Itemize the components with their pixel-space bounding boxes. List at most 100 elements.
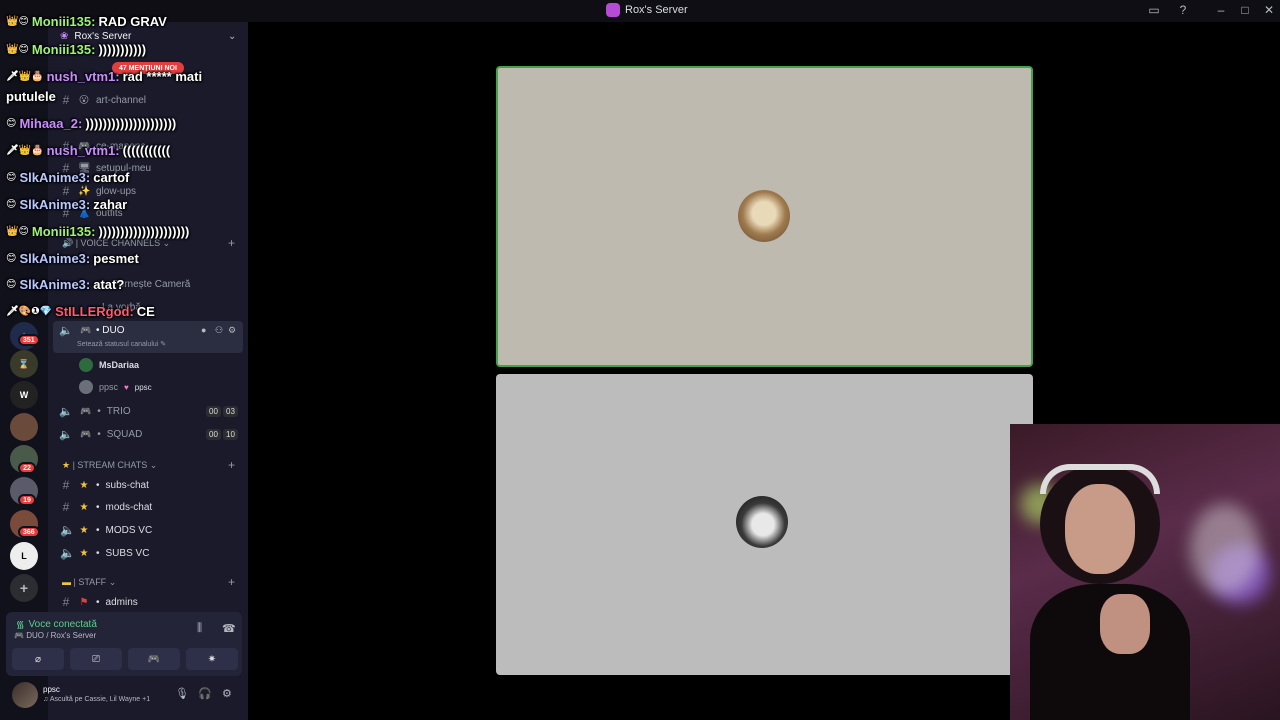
- chat-text: atat?: [93, 277, 125, 292]
- screen-share-icon: ⎚: [92, 653, 100, 665]
- server-icon[interactable]: ⌛: [10, 350, 38, 378]
- channel-mods-chat[interactable]: # ★ • mods-chat: [60, 500, 153, 514]
- avatar[interactable]: [12, 682, 38, 708]
- server-icon: [606, 3, 620, 17]
- user-tag: ppsc: [134, 382, 152, 392]
- channel-subs-vc[interactable]: 🔈 ★ • SUBS VC: [60, 546, 149, 560]
- server-name: Rox's Server: [74, 31, 132, 42]
- hash-icon: #: [62, 478, 70, 492]
- heart-icon: ♥: [124, 382, 129, 392]
- disconnect-icon[interactable]: ☎: [222, 622, 236, 635]
- channel-subs-chat[interactable]: # ★ • subs-chat: [60, 478, 149, 492]
- video-tile[interactable]: [496, 374, 1033, 675]
- badge-icon: 😊: [6, 118, 17, 129]
- streamer-webcam: [1010, 424, 1280, 720]
- channel-label: SQUAD: [106, 429, 143, 440]
- maximize-icon[interactable]: □: [1237, 3, 1253, 17]
- server-icon[interactable]: [10, 413, 38, 441]
- title-bar: Rox's Server ▭ ? – □ ✕: [0, 0, 1280, 22]
- microphone-icon[interactable]: 🎙: [175, 687, 189, 700]
- server-icon[interactable]: W: [10, 381, 38, 409]
- speaker-icon: 🔈: [60, 546, 75, 560]
- overlay-chat-message: 😊 Mihaaa_2:))))))))))))))))))))): [6, 116, 176, 131]
- category-label: | STAFF: [73, 577, 107, 587]
- channel-label: glow-ups: [96, 185, 137, 197]
- category-stream[interactable]: ★ | STREAM CHATS ⌄: [62, 460, 157, 471]
- inbox-icon[interactable]: ▭: [1146, 3, 1162, 17]
- status-hint-text: Setează statusul canalului: [77, 341, 159, 348]
- add-server-icon[interactable]: +: [10, 574, 38, 602]
- star-icon: ★: [62, 460, 71, 470]
- close-icon[interactable]: ✕: [1261, 3, 1277, 17]
- voice-status-text: Voce conectată: [28, 618, 97, 630]
- voice-user[interactable]: ppsc ♥ ppsc: [79, 380, 152, 394]
- activity-text: Ascultă pe Cassie, Lil Wayne +1: [49, 696, 151, 703]
- server-header[interactable]: ❀ Rox's Server: [60, 31, 131, 42]
- channel-glow-ups[interactable]: # ✨ glow-ups: [60, 184, 136, 198]
- chat-user: Moniii135:: [31, 14, 96, 29]
- server-emoji-icon: ❀: [60, 31, 69, 42]
- soundboard-button[interactable]: ✷: [186, 648, 238, 670]
- channel-mods-vc[interactable]: 🔈 ★ • MODS VC: [60, 523, 152, 537]
- sparkle-icon: ✷: [207, 653, 217, 665]
- chevron-down-icon[interactable]: ⌄: [228, 31, 236, 42]
- add-channel-icon[interactable]: +: [228, 236, 235, 250]
- category-staff[interactable]: ▬ | STAFF ⌄: [62, 577, 116, 588]
- category-voice[interactable]: 🔊 | VOICE CHANNELS ⌄: [62, 238, 170, 249]
- chat-text: RAD GRAV: [98, 14, 167, 29]
- video-tile-speaking[interactable]: [496, 66, 1033, 367]
- badge-icon: 🗡🎨❶💎: [6, 306, 53, 317]
- add-channel-icon[interactable]: +: [228, 458, 235, 472]
- duo-label: DUO: [102, 325, 125, 336]
- hash-icon: #: [62, 500, 70, 514]
- chat-text: ))))))))))))))))))))): [85, 116, 177, 131]
- add-channel-icon[interactable]: +: [228, 575, 235, 589]
- speaker-icon: 🔈: [59, 406, 73, 418]
- speaker-icon: 🔈: [59, 325, 73, 337]
- chat-icon[interactable]: ●: [201, 325, 206, 335]
- headphones-icon[interactable]: 🎧: [198, 687, 212, 700]
- invite-icon[interactable]: ⚇: [215, 325, 223, 336]
- overlay-chat-message: 🗡👑🎂 nush_vtm1:(((((((((((: [6, 143, 170, 158]
- voice-location[interactable]: 🎮 DUO / Rox's Server: [14, 631, 96, 640]
- avatar: [738, 190, 790, 242]
- channel-art[interactable]: # 😮 art-channel: [60, 93, 146, 107]
- settings-icon[interactable]: ⚙: [222, 687, 232, 700]
- user-count: 00: [206, 429, 221, 440]
- star-icon: ★: [79, 547, 89, 559]
- hash-icon: #: [62, 595, 70, 609]
- channel-admins[interactable]: # ⚑ • admins: [60, 595, 138, 609]
- voice-channel-trio[interactable]: 🎮 • TRIO: [80, 406, 131, 417]
- overlay-chat-message: 🗡👑🎂 nush_vtm1: rad ***** mati: [6, 69, 202, 84]
- gamepad-icon: 🎮: [80, 406, 92, 416]
- minimize-icon[interactable]: –: [1213, 3, 1229, 17]
- avatar: [79, 380, 93, 394]
- soundboard-icon[interactable]: ⫼: [197, 622, 202, 635]
- settings-icon[interactable]: ⚙: [228, 325, 236, 336]
- voice-channel-squad[interactable]: 🎮 • SQUAD: [80, 429, 142, 440]
- channel-label: art-channel: [96, 94, 147, 106]
- voice-user[interactable]: MsDariaa: [79, 358, 139, 372]
- help-icon[interactable]: ?: [1175, 3, 1191, 17]
- chat-user: Moniii135:: [31, 42, 96, 57]
- star-icon: ★: [79, 524, 89, 536]
- overlay-chat-message: 👑😊 Moniii135:))))))))))): [6, 42, 146, 57]
- user-name: MsDariaa: [99, 360, 140, 370]
- notification-badge: 351: [18, 334, 40, 346]
- badge-icon: 😊: [6, 253, 17, 264]
- badge-icon: 😊: [6, 279, 17, 290]
- voice-status[interactable]: ᯾ Voce conectată: [16, 617, 97, 632]
- badge-icon: 👑😊: [6, 44, 29, 55]
- user-activity: ♫ Ascultă pe Cassie, Lil Wayne +1: [43, 696, 151, 703]
- channel-status-hint[interactable]: Setează statusul canalului ✎: [77, 340, 166, 348]
- activity-button[interactable]: 🎮: [128, 648, 180, 670]
- notification-badge: 22: [18, 462, 36, 474]
- server-icon[interactable]: L: [10, 542, 38, 570]
- avatar: [79, 358, 93, 372]
- category-label: | STREAM CHATS: [72, 460, 148, 470]
- channel-label: subs-chat: [105, 479, 149, 491]
- screen-share-button[interactable]: ⎚: [70, 648, 122, 670]
- star-icon: ★: [79, 479, 89, 491]
- channel-label: mods-chat: [105, 501, 153, 513]
- camera-off-button[interactable]: ⌀: [12, 648, 64, 670]
